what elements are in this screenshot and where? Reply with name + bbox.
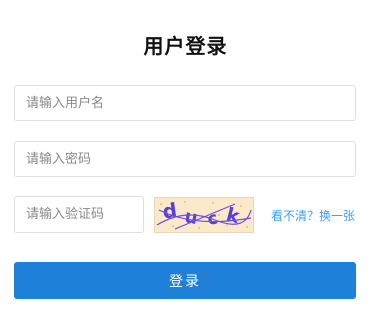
username-input[interactable] — [14, 85, 356, 121]
captcha-char: d — [161, 198, 179, 224]
captcha-input[interactable] — [14, 196, 144, 233]
login-button[interactable]: 登录 — [14, 262, 356, 299]
captcha-image[interactable]: d u c k — [154, 197, 254, 233]
captcha-graphic: d u c k — [156, 198, 252, 230]
password-input[interactable] — [14, 141, 356, 177]
page-title: 用户登录 — [143, 34, 228, 58]
captcha-char: u — [183, 206, 199, 229]
refresh-captcha-link[interactable]: 看不清？换一张 — [271, 207, 355, 224]
